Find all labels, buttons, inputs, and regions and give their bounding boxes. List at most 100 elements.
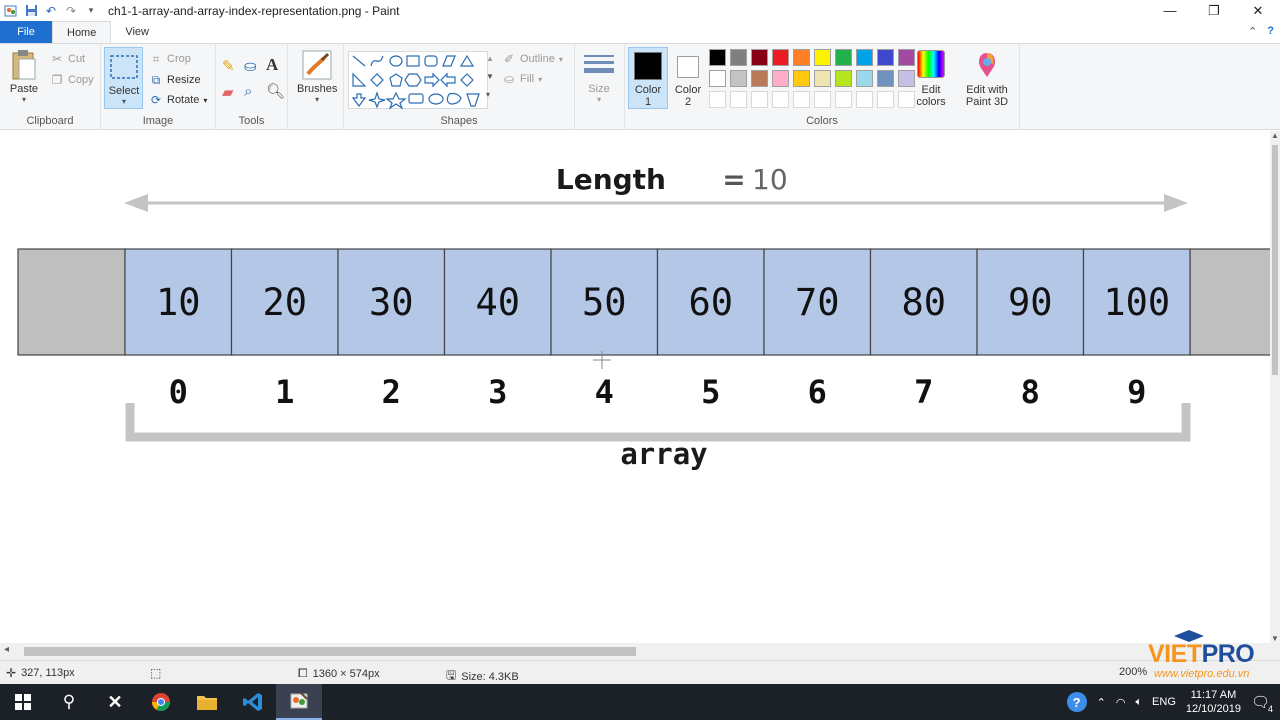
paint3d-icon[interactable] — [975, 52, 999, 78]
collapse-ribbon-icon[interactable]: ⌃ — [1248, 25, 1257, 38]
palette-swatch[interactable] — [793, 70, 810, 87]
palette-swatch[interactable] — [709, 70, 726, 87]
custom-color-slot[interactable] — [856, 91, 873, 108]
custom-color-slot[interactable] — [877, 91, 894, 108]
palette-swatch[interactable] — [730, 49, 747, 66]
palette-swatch[interactable] — [772, 49, 789, 66]
copy-button[interactable]: ❐ Copy — [50, 73, 94, 87]
vertical-scroll-thumb[interactable] — [1272, 145, 1278, 375]
edit-colors-label[interactable]: Edit colors — [911, 84, 951, 108]
close-button[interactable]: ✕ — [1236, 0, 1280, 21]
start-button[interactable] — [0, 684, 46, 720]
tab-home[interactable]: Home — [52, 21, 112, 43]
text-icon[interactable]: A — [266, 55, 278, 75]
color-picker-icon[interactable]: ⌕ — [244, 83, 252, 100]
scroll-left-icon[interactable]: ◂ — [4, 644, 9, 655]
palette-swatch[interactable] — [751, 70, 768, 87]
magnifier-icon[interactable]: 🔍︎ — [266, 82, 285, 100]
palette-swatch[interactable] — [814, 49, 831, 66]
palette-swatch[interactable] — [835, 70, 852, 87]
palette-swatch[interactable] — [898, 49, 915, 66]
cut-button[interactable]: ✂ Cut — [50, 52, 85, 66]
length-label: Length — [556, 163, 666, 196]
array-cell-value: 20 — [262, 281, 307, 324]
custom-color-slot[interactable] — [793, 91, 810, 108]
taskbar-app-xshell[interactable]: ✕ — [92, 684, 138, 720]
vertical-scrollbar[interactable]: ▲ ▼ — [1270, 131, 1280, 643]
shapes-gallery[interactable] — [348, 51, 488, 110]
help-icon[interactable]: ? — [1267, 25, 1274, 38]
customize-quick-access-icon[interactable]: ▾ — [84, 4, 98, 18]
custom-color-slot[interactable] — [730, 91, 747, 108]
palette-swatch[interactable] — [730, 70, 747, 87]
taskbar-app-paint[interactable] — [276, 684, 322, 720]
palette-swatch[interactable] — [856, 70, 873, 87]
resize-button[interactable]: ⧉ Resize — [149, 73, 201, 87]
canvas-area[interactable]: Length = 10 10 20 30 40 50 60 70 80 90 100 0 1 2 3 4 5… — [0, 131, 1270, 643]
scroll-up-icon[interactable]: ▲ — [1271, 131, 1279, 140]
size-button[interactable]: Size ▾ — [583, 49, 615, 104]
resize-icon: ⧉ — [151, 72, 161, 87]
shapes-scroll-up-icon[interactable]: ▲ — [486, 54, 494, 63]
palette-swatch[interactable] — [856, 49, 873, 66]
language-indicator[interactable]: ENG — [1152, 696, 1176, 708]
custom-color-slot[interactable] — [751, 91, 768, 108]
outline-button[interactable]: ✐ Outline ▾ — [502, 52, 563, 66]
shapes-scroll-down-icon[interactable]: ▼ — [486, 72, 494, 81]
custom-color-slot[interactable] — [709, 91, 726, 108]
help-tray-icon[interactable]: ? — [1066, 692, 1087, 712]
custom-color-slot[interactable] — [835, 91, 852, 108]
horizontal-scroll-thumb[interactable] — [24, 647, 636, 656]
edit-with-paint3d-label[interactable]: Edit with Paint 3D — [961, 84, 1013, 108]
palette-swatch[interactable] — [877, 49, 894, 66]
copy-label: Copy — [68, 74, 94, 86]
tab-view[interactable]: View — [111, 21, 163, 43]
color2-label[interactable]: Color 2 — [671, 84, 705, 108]
color2-swatch[interactable] — [677, 56, 699, 78]
palette-swatch[interactable] — [835, 49, 852, 66]
taskbar-app-vscode[interactable] — [230, 684, 276, 720]
palette-swatch[interactable] — [772, 70, 789, 87]
palette-swatch[interactable] — [751, 49, 768, 66]
crop-button[interactable]: ⌗ Crop — [149, 52, 191, 66]
horizontal-scrollbar[interactable]: ◂ — [0, 643, 1280, 660]
pencil-icon[interactable]: ✎ — [222, 57, 235, 75]
array-index-label: 0 — [169, 373, 188, 411]
palette-swatch[interactable] — [793, 49, 810, 66]
paste-button[interactable]: Paste ▾ — [8, 49, 40, 104]
redo-icon[interactable]: ↷ — [64, 4, 78, 18]
custom-color-slot[interactable] — [814, 91, 831, 108]
eraser-icon[interactable]: ▰ — [222, 83, 234, 101]
fill-bucket-icon[interactable]: ⛀ — [244, 57, 257, 75]
undo-icon[interactable]: ↶ — [44, 4, 58, 18]
search-button[interactable]: ⚲ — [46, 684, 92, 720]
taskbar-app-chrome[interactable] — [138, 684, 184, 720]
rotate-button[interactable]: ⟳ Rotate ▾ — [149, 93, 207, 107]
brushes-button[interactable]: Brushes ▾ — [297, 49, 337, 104]
show-hidden-icons-icon[interactable]: ⌃ — [1097, 696, 1106, 709]
select-label: Select — [108, 85, 140, 97]
palette-swatch[interactable] — [877, 70, 894, 87]
select-button-content[interactable]: Select ▾ — [108, 51, 140, 106]
fill-button[interactable]: ⛀ Fill ▾ — [502, 72, 542, 86]
tab-file[interactable]: File — [0, 21, 52, 43]
vscode-icon — [243, 693, 262, 711]
brushes-label: Brushes — [297, 83, 338, 95]
taskbar-app-explorer[interactable] — [184, 684, 230, 720]
clock[interactable]: 11:17 AM 12/10/2019 — [1186, 688, 1241, 716]
shapes-more-icon[interactable]: ▾ — [486, 90, 490, 99]
custom-color-slot[interactable] — [772, 91, 789, 108]
volume-icon[interactable]: 🔈︎ — [1135, 696, 1142, 709]
wifi-icon[interactable]: ◠ — [1116, 696, 1126, 709]
canvas-image[interactable]: Length = 10 10 20 30 40 50 60 70 80 90 100 0 1 2 3 4 5… — [0, 131, 1270, 643]
edit-colors-icon[interactable] — [917, 50, 945, 78]
paint-app-icon[interactable] — [4, 4, 18, 18]
notification-center-icon[interactable]: 🗨︎ 4 — [1251, 693, 1274, 714]
restore-button[interactable]: ❐ — [1192, 0, 1236, 21]
save-icon[interactable] — [24, 4, 38, 18]
zoom-level[interactable]: 200% — [1119, 666, 1147, 678]
array-cell-value: 40 — [475, 281, 520, 324]
palette-swatch[interactable] — [709, 49, 726, 66]
minimize-button[interactable]: — — [1148, 0, 1192, 21]
palette-swatch[interactable] — [814, 70, 831, 87]
